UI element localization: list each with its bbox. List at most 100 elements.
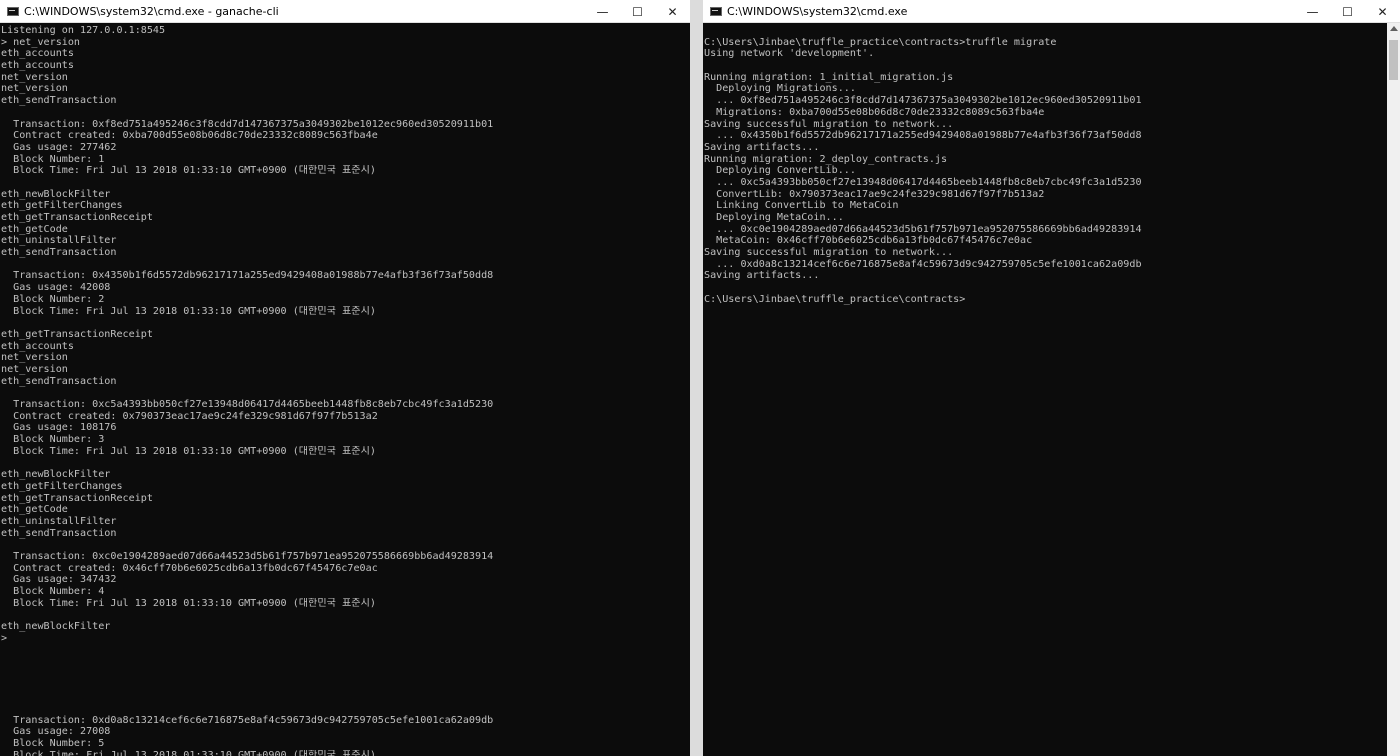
console-line: MetaCoin: 0x46cff70b6e6025cdb6a13fb0dc67… <box>704 235 1033 247</box>
console-line: > net_version <box>1 36 81 48</box>
console-line: Gas usage: 42008 <box>1 282 111 294</box>
console-output[interactable]: C:\Users\Jinbae\truffle_practice\contrac… <box>703 23 1400 756</box>
console-line: Deploying MetaCoin... <box>704 212 844 223</box>
console-line: Block Time: Fri Jul 13 2018 01:33:10 GMT… <box>1 305 376 317</box>
console-line: eth_getFilterChanges <box>1 200 123 212</box>
console-line: eth_getTransactionReceipt <box>1 492 153 504</box>
cmd-icon[interactable] <box>710 6 722 16</box>
window-controls: — ☐ ✕ <box>1295 0 1400 23</box>
maximize-button[interactable]: ☐ <box>1330 0 1365 23</box>
cmd-icon[interactable] <box>7 6 19 16</box>
window-title: C:\WINDOWS\system32\cmd.exe - ganache-cl… <box>24 4 279 18</box>
console-line: eth_getCode <box>1 223 68 235</box>
console-line: net_version <box>1 83 68 95</box>
console-line: eth_accounts <box>1 340 74 352</box>
right-console-window[interactable]: C:\WINDOWS\system32\cmd.exe — ☐ ✕ C:\Use… <box>703 0 1400 756</box>
console-line: ... 0xc5a4393bb050cf27e13948d06417d4465b… <box>704 176 1142 188</box>
console-line: eth_getTransactionReceipt <box>1 212 153 223</box>
console-line: Running migration: 1_initial_migration.j… <box>704 71 954 83</box>
console-line: eth_accounts <box>1 48 74 60</box>
console-line: > <box>1 632 8 644</box>
maximize-button[interactable]: ☐ <box>620 0 655 23</box>
console-line: Contract created: 0xba700d55e08b06d8c70d… <box>1 130 378 142</box>
console-line: Transaction: 0xf8ed751a495246c3f8cdd7d14… <box>1 118 494 130</box>
console-line: Contract created: 0x790373eac17ae9c24fe3… <box>1 410 378 422</box>
console-line: Block Time: Fri Jul 13 2018 01:33:10 GMT… <box>1 165 376 177</box>
console-line: Transaction: 0x4350b1f6d5572db96217171a2… <box>1 270 494 282</box>
scroll-thumb[interactable] <box>1389 40 1398 80</box>
console-line: eth_newBlockFilter <box>1 188 111 200</box>
console-line: Block Time: Fri Jul 13 2018 01:33:10 GMT… <box>1 749 376 756</box>
console-line: eth_getFilterChanges <box>1 480 123 492</box>
console-line: Listening on 127.0.0.1:8545 <box>1 25 166 36</box>
vertical-scrollbar[interactable] <box>1387 23 1400 756</box>
window-title: C:\WINDOWS\system32\cmd.exe <box>727 4 908 18</box>
console-line: eth_sendTransaction <box>1 527 117 539</box>
console-line: Deploying ConvertLib... <box>704 165 856 177</box>
console-line: Deploying Migrations... <box>704 83 856 95</box>
console-line: Block Time: Fri Jul 13 2018 01:33:10 GMT… <box>1 597 376 609</box>
console-line: eth_sendTransaction <box>1 375 117 387</box>
console-line: eth_sendTransaction <box>1 247 117 259</box>
console-line: Transaction: 0xd0a8c13214cef6c6e716875e8… <box>1 714 494 726</box>
console-line: C:\Users\Jinbae\truffle_practice\contrac… <box>704 293 966 305</box>
console-line: net_version <box>1 352 68 364</box>
console-line: ConvertLib: 0x790373eac17ae9c24fe329c981… <box>704 188 1045 200</box>
console-line: eth_accounts <box>1 60 74 72</box>
window-gap <box>690 0 703 756</box>
console-line: eth_uninstallFilter <box>1 235 117 247</box>
console-line: Saving artifacts... <box>704 141 820 153</box>
console-line: Saving artifacts... <box>704 270 820 282</box>
minimize-button[interactable]: — <box>1295 0 1330 23</box>
console-line: eth_uninstallFilter <box>1 515 117 527</box>
console-line: Running migration: 2_deploy_contracts.js <box>704 153 948 165</box>
console-line: Gas usage: 277462 <box>1 141 117 153</box>
console-line: eth_getTransactionReceipt <box>1 328 153 340</box>
console-line: eth_getCode <box>1 504 68 516</box>
title-bar[interactable]: C:\WINDOWS\system32\cmd.exe - ganache-cl… <box>0 0 690 23</box>
title-bar[interactable]: C:\WINDOWS\system32\cmd.exe — ☐ ✕ <box>703 0 1400 23</box>
console-line: Gas usage: 108176 <box>1 422 117 434</box>
console-line: ... 0xd0a8c13214cef6c6e716875e8af4c59673… <box>704 258 1142 270</box>
console-line: Gas usage: 347432 <box>1 574 117 586</box>
left-console-window[interactable]: C:\WINDOWS\system32\cmd.exe - ganache-cl… <box>0 0 690 756</box>
console-line: Transaction: 0xc0e1904289aed07d66a44523d… <box>1 550 494 562</box>
console-line: C:\Users\Jinbae\truffle_practice\contrac… <box>704 36 1057 48</box>
close-button[interactable]: ✕ <box>655 0 690 23</box>
console-line: Saving successful migration to network..… <box>704 118 954 130</box>
console-line: Block Number: 1 <box>1 153 105 165</box>
console-output[interactable]: Listening on 127.0.0.1:8545 > net_version… <box>0 23 690 756</box>
console-line: Saving successful migration to network..… <box>704 247 954 259</box>
console-line: Block Time: Fri Jul 13 2018 01:33:10 GMT… <box>1 445 376 457</box>
scroll-up-arrow-icon[interactable] <box>1390 26 1398 31</box>
console-line: Using network 'development'. <box>704 48 875 60</box>
console-line: eth_sendTransaction <box>1 95 117 107</box>
console-line: Block Number: 3 <box>1 434 105 446</box>
console-line: eth_newBlockFilter <box>1 621 111 633</box>
console-line: net_version <box>1 363 68 375</box>
console-line: Block Number: 4 <box>1 586 105 597</box>
minimize-button[interactable]: — <box>585 0 620 23</box>
close-button[interactable]: ✕ <box>1365 0 1400 23</box>
console-line: eth_newBlockFilter <box>1 469 111 481</box>
console-line: Block Number: 5 <box>1 737 105 749</box>
console-line: net_version <box>1 71 68 83</box>
console-line: ... 0xf8ed751a495246c3f8cdd7d147367375a3… <box>704 95 1142 107</box>
